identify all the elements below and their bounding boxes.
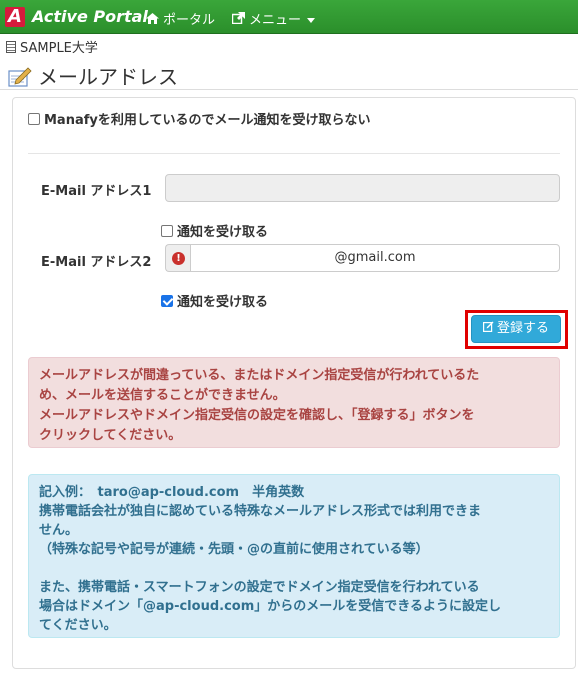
info-line-2: 携帯電話会社が独自に認めている特殊なメールアドレス形式では利用できま <box>39 504 482 519</box>
info-line-1: 記入例： taro@ap-cloud.com 半角英数 <box>39 485 305 500</box>
info-line-5: また、携帯電話・スマートフォンの設定でドメイン指定受信を行われている <box>39 580 480 595</box>
email2-error-addon: ! <box>165 244 191 272</box>
nav-menu-dropdown[interactable]: メニュー <box>231 9 316 28</box>
email1-input[interactable] <box>165 174 560 202</box>
error-line-2: め、メールを送信することができません。 <box>39 388 286 403</box>
manafy-checkbox-box[interactable] <box>28 113 40 125</box>
school-label: SAMPLE大学 <box>20 41 98 56</box>
nav-portal-label: ポータル <box>163 13 216 28</box>
top-navbar: A Active Portal ポータル メニュー <box>0 0 578 34</box>
nav-portal-link[interactable]: ポータル <box>146 9 215 28</box>
brand-name[interactable]: Active Portal <box>32 7 148 26</box>
email1-notify-label: 通知を受け取る <box>177 225 269 240</box>
manafy-opt-out-checkbox[interactable]: Manafyを利用しているのでメール通知を受け取らない <box>28 109 370 128</box>
info-line-3: せん。 <box>39 523 79 538</box>
school-name: SAMPLE大学 <box>6 37 98 56</box>
info-line-6: 場合はドメイン「@ap-cloud.com」からのメールを受信できるように設定し <box>39 599 501 614</box>
app-logo[interactable]: A <box>5 7 25 27</box>
submit-button-label: 登録する <box>496 321 549 336</box>
error-line-4: クリックしてください。 <box>39 428 182 443</box>
nav-menu-label: メニュー <box>249 13 302 28</box>
home-icon <box>146 13 159 28</box>
email1-notify-box[interactable] <box>161 225 173 237</box>
manafy-opt-out-label: Manafyを利用しているのでメール通知を受け取らない <box>44 113 371 128</box>
error-line-3: メールアドレスやドメイン指定受信の設定を確認し、「登録する」ボタンを <box>39 408 475 423</box>
email1-notify-checkbox[interactable]: 通知を受け取る <box>161 221 268 240</box>
exclamation-circle-icon: ! <box>172 252 185 265</box>
form-divider <box>28 153 560 154</box>
title-divider <box>0 89 578 90</box>
info-line-4: （特殊な記号や記号が連続・先頭・@の直前に使用されている等） <box>39 542 429 557</box>
email1-label: E-Mail アドレス1 <box>41 184 152 199</box>
external-link-icon <box>231 12 245 28</box>
email2-notify-checkbox[interactable]: 通知を受け取る <box>161 291 268 310</box>
info-line-7: てください。 <box>39 618 117 633</box>
email2-notify-label: 通知を受け取る <box>177 295 269 310</box>
submit-button[interactable]: 登録する <box>471 315 561 343</box>
email2-input[interactable]: @gmail.com <box>190 244 560 272</box>
email2-label: E-Mail アドレス2 <box>41 255 152 270</box>
page-title-text: メールアドレス <box>38 65 178 89</box>
building-icon <box>6 41 16 53</box>
info-alert: 記入例： taro@ap-cloud.com 半角英数 携帯電話会社が独自に認め… <box>28 474 560 638</box>
pencil-paper-icon <box>8 67 32 87</box>
edit-icon <box>482 316 494 342</box>
email2-notify-box[interactable] <box>161 295 173 307</box>
page-title: メールアドレス <box>8 61 178 90</box>
chevron-down-icon <box>307 18 316 23</box>
error-alert: メールアドレスが間違っている、またはドメイン指定受信が行われているた め、メール… <box>28 357 560 448</box>
error-line-1: メールアドレスが間違っている、またはドメイン指定受信が行われているた <box>39 368 480 383</box>
